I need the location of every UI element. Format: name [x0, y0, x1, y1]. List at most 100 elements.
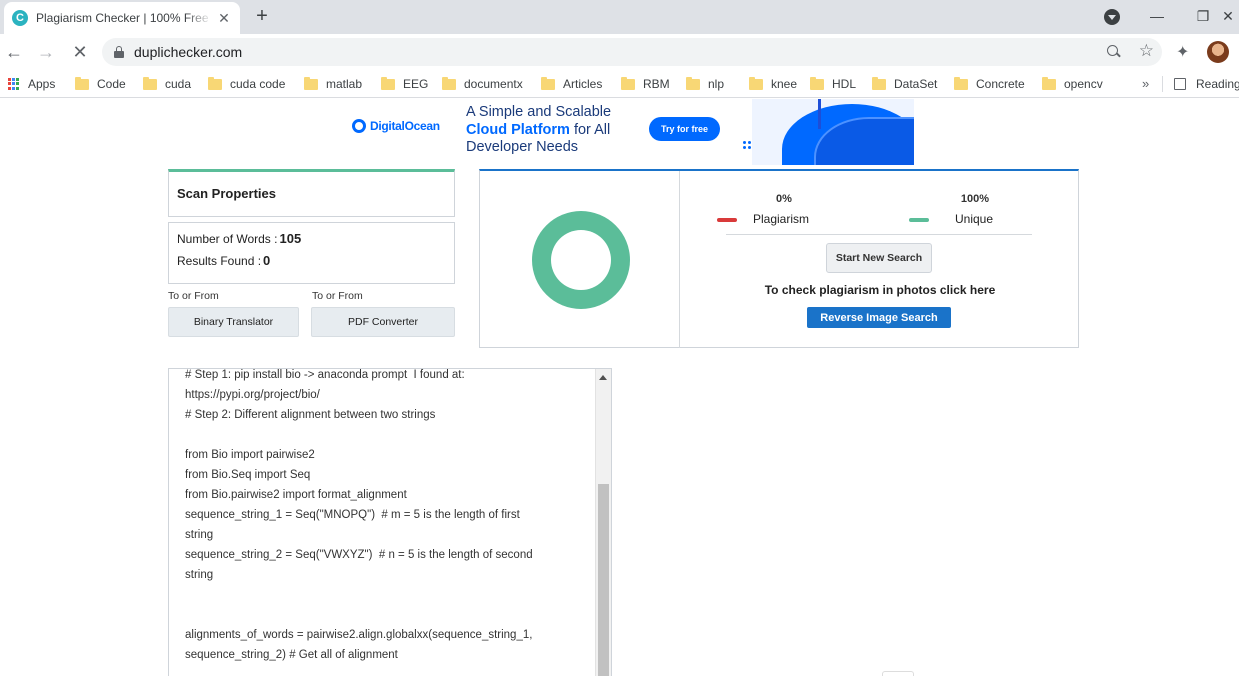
- text-input-area[interactable]: # Step 1: pip install bio -> anaconda pr…: [168, 368, 612, 676]
- minimize-icon[interactable]: —: [1147, 6, 1167, 26]
- plagiarism-legend-swatch: [717, 218, 737, 222]
- browser-toolbar: ← → ✕ duplichecker.com ☆: [0, 34, 1239, 70]
- tab-title: Plagiarism Checker | 100% Free and Accur…: [36, 11, 212, 25]
- page-content: DigitalOcean A Simple and Scalable Cloud…: [0, 99, 1239, 676]
- bookmark-folder[interactable]: opencv: [1042, 76, 1103, 91]
- active-tab[interactable]: C Plagiarism Checker | 100% Free and Acc…: [4, 2, 240, 34]
- zoom-icon[interactable]: [1106, 44, 1122, 60]
- text-line[interactable]: alignments_of_words = pairwise2.align.gl…: [185, 625, 595, 645]
- text-line[interactable]: https://pypi.org/project/bio/: [185, 385, 595, 405]
- bookmark-label: Code: [97, 77, 126, 91]
- bookmark-folder[interactable]: nlp: [686, 76, 724, 91]
- bookmark-folder[interactable]: EEG: [381, 76, 429, 91]
- ad-try-free-button[interactable]: Try for free: [649, 117, 720, 141]
- bookmark-folder[interactable]: RBM: [621, 76, 670, 91]
- bookmark-folder[interactable]: documentx: [442, 76, 523, 91]
- bookmark-folder[interactable]: Concrete: [954, 76, 1025, 91]
- text-line[interactable]: sequence_string_1 = Seq("MNOPQ") # m = 5…: [185, 505, 595, 525]
- tab-search-icon[interactable]: [1104, 9, 1120, 25]
- photo-plagiarism-link[interactable]: To check plagiarism in photos click here: [680, 283, 1080, 297]
- text-line[interactable]: [185, 585, 595, 605]
- ad-headline-line-3: Developer Needs: [466, 139, 579, 155]
- folder-icon: [810, 76, 824, 90]
- ad-illustration: [752, 99, 914, 165]
- text-line[interactable]: [185, 425, 595, 445]
- digitalocean-ad-banner[interactable]: DigitalOcean A Simple and Scalable Cloud…: [340, 99, 914, 165]
- folder-icon: [749, 76, 763, 90]
- folder-icon: [304, 76, 318, 90]
- bookmark-folder[interactable]: cuda code: [208, 76, 286, 91]
- folder-icon: [1042, 76, 1056, 90]
- text-input-content[interactable]: # Step 1: pip install bio -> anaconda pr…: [185, 369, 595, 665]
- lock-icon[interactable]: [114, 46, 124, 58]
- folder-icon: [143, 76, 157, 90]
- binary-translator-button[interactable]: Binary Translator: [168, 307, 299, 337]
- bookmark-label: HDL: [832, 77, 857, 91]
- text-line[interactable]: from Bio.Seq import Seq: [185, 465, 595, 485]
- bookmark-star-icon[interactable]: ☆: [1139, 41, 1154, 61]
- ad-headline-line-1: A Simple and Scalable: [466, 104, 612, 120]
- bookmark-label: EEG: [403, 77, 429, 91]
- reading-list-icon[interactable]: [1174, 78, 1186, 90]
- bookmark-label: cuda code: [230, 77, 286, 91]
- ad-headline: A Simple and Scalable Cloud Platform for…: [466, 104, 611, 157]
- bookmark-folder[interactable]: cuda: [143, 76, 192, 91]
- results-found-label: Results Found :: [177, 254, 262, 268]
- new-tab-icon[interactable]: +: [252, 5, 272, 27]
- bookmark-folder[interactable]: Code: [75, 76, 126, 91]
- text-line[interactable]: sequence_string_2) # Get all of alignmen…: [185, 645, 595, 665]
- unique-percent: 100%: [960, 193, 990, 205]
- folder-icon: [954, 76, 968, 90]
- restore-icon[interactable]: ❐: [1193, 6, 1213, 26]
- scrollbar[interactable]: [595, 369, 611, 676]
- duplichecker-favicon-icon: C: [12, 10, 28, 26]
- text-line[interactable]: # Step 1: pip install bio -> anaconda pr…: [185, 369, 595, 385]
- bookmark-folder[interactable]: Articles: [541, 76, 602, 91]
- bookmark-label: cuda: [165, 77, 192, 91]
- scroll-up-arrow-icon[interactable]: [599, 375, 607, 380]
- text-line[interactable]: # Step 2: Different alignment between tw…: [185, 405, 595, 425]
- address-bar[interactable]: duplichecker.com ☆: [102, 38, 1162, 66]
- digitalocean-logo: DigitalOcean: [352, 119, 440, 133]
- scan-properties-title: Scan Properties: [177, 186, 276, 201]
- bookmark-apps[interactable]: Apps: [8, 77, 55, 91]
- result-panel: 0% 100% Plagiarism Unique Start New Sear…: [479, 169, 1079, 348]
- folder-icon: [442, 76, 456, 90]
- folder-icon: [208, 76, 222, 90]
- extensions-icon[interactable]: ✦: [1176, 42, 1189, 62]
- bookmark-folder[interactable]: HDL: [810, 76, 857, 91]
- start-new-search-button[interactable]: Start New Search: [826, 243, 932, 273]
- stop-loading-icon[interactable]: ✕: [70, 42, 90, 62]
- url-text[interactable]: duplichecker.com: [134, 44, 242, 60]
- bookmark-folder[interactable]: knee: [749, 76, 798, 91]
- profile-avatar[interactable]: [1207, 41, 1229, 63]
- pdf-converter-button[interactable]: PDF Converter: [311, 307, 455, 337]
- text-line[interactable]: string: [185, 525, 595, 545]
- text-line[interactable]: from Bio.pairwise2 import format_alignme…: [185, 485, 595, 505]
- bookmark-label: knee: [771, 77, 798, 91]
- text-line[interactable]: string: [185, 565, 595, 585]
- forward-icon[interactable]: →: [36, 42, 56, 62]
- folder-icon: [75, 76, 89, 90]
- results-found-value: 0: [263, 253, 271, 268]
- reverse-image-search-button[interactable]: Reverse Image Search: [807, 307, 951, 328]
- back-icon[interactable]: ←: [4, 42, 24, 62]
- text-line[interactable]: [185, 605, 595, 625]
- text-line[interactable]: sequence_string_2 = Seq("VWXYZ") # n = 5…: [185, 545, 595, 565]
- close-tab-icon[interactable]: ✕: [216, 10, 232, 26]
- scan-stats-box: Number of Words : 105 Results Found : 0: [168, 222, 455, 284]
- reading-list-label[interactable]: Reading list: [1196, 77, 1239, 91]
- text-line[interactable]: from Bio import pairwise2: [185, 445, 595, 465]
- to-from-label: To or From: [168, 290, 219, 302]
- scrollbar-thumb[interactable]: [598, 484, 609, 676]
- bookmark-folder[interactable]: DataSet: [872, 76, 937, 91]
- unique-legend-label: Unique: [955, 212, 994, 226]
- bookmark-folder[interactable]: matlab: [304, 76, 362, 91]
- folder-icon: [686, 76, 700, 90]
- folder-icon: [621, 76, 635, 90]
- bookmark-label: RBM: [643, 77, 670, 91]
- bookmarks-overflow-icon[interactable]: »: [1142, 76, 1149, 91]
- close-window-icon[interactable]: ✕: [1218, 6, 1238, 26]
- apps-grid-icon: [8, 78, 20, 90]
- folder-icon: [381, 76, 395, 90]
